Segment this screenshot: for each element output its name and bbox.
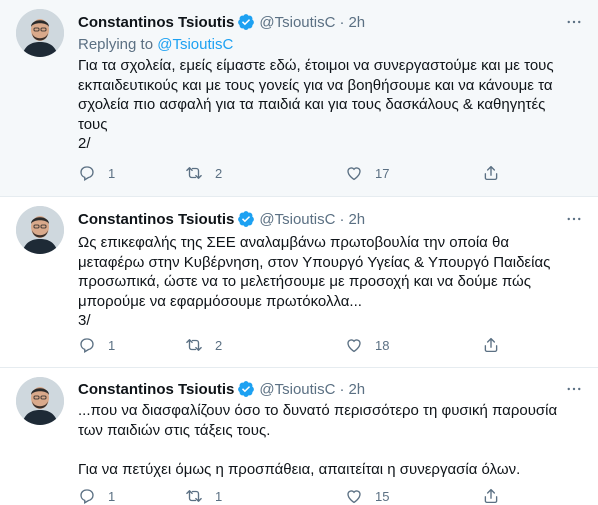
tweet-timestamp[interactable]: 2h [348, 211, 365, 228]
retweet-count: 2 [215, 165, 223, 181]
tweet-line: προσωπικά, ώστε να το μελετήσουμε με προ… [78, 273, 531, 290]
retweet-count: 1 [215, 488, 223, 504]
replying-to: Replying to @TsioutisC [78, 36, 233, 53]
tweet-header: Constantinos Tsioutis @TsioutisC · 2h [78, 378, 365, 400]
more-options-icon[interactable] [564, 379, 584, 399]
reply-count: 1 [108, 337, 116, 353]
tweet-actions: 1 2 17 [78, 163, 506, 183]
share-button[interactable] [482, 163, 500, 183]
retweet-icon [185, 164, 203, 182]
tweet-line: εκπαιδευτικούς και με τους γονείς για να… [78, 76, 553, 94]
tweet-line: 3/ [78, 312, 91, 329]
replying-prefix: Replying to [78, 36, 158, 53]
heart-icon [345, 487, 363, 505]
reply-count: 1 [108, 488, 116, 504]
retweet-button[interactable]: 1 [185, 486, 222, 505]
separator-dot: · [339, 380, 345, 398]
tweet-header: Constantinos Tsioutis @TsioutisC · 2h [78, 208, 365, 230]
tweet-line: ...που να διασφαλίζουν όσο το δυνατό περ… [78, 402, 558, 419]
replying-mention-link[interactable]: @TsioutisC [157, 36, 233, 53]
tweet-line: των παιδιών στις τάξεις τους. [78, 421, 271, 439]
tweet-header: Constantinos Tsioutis @TsioutisC · 2h [78, 11, 365, 33]
like-count: 17 [375, 165, 390, 181]
tweet-line: μπορούμε να εφαρμόσουμε πρωτόκολλα... [78, 292, 362, 310]
share-icon [482, 336, 500, 354]
like-button[interactable]: 17 [345, 163, 389, 183]
tweet-actions: 1 2 18 [78, 335, 506, 355]
reply-button[interactable]: 1 [78, 163, 115, 183]
like-count: 15 [375, 488, 390, 504]
tweet-line: Για τα σχολεία, εμείς είμαστε εδώ, έτοιμ… [78, 57, 554, 74]
more-options-icon[interactable] [564, 12, 584, 32]
like-button[interactable]: 15 [345, 486, 389, 505]
retweet-count: 2 [215, 337, 223, 353]
retweet-icon [185, 336, 203, 354]
retweet-button[interactable]: 2 [185, 163, 222, 183]
author-handle[interactable]: @TsioutisC [259, 381, 335, 398]
share-icon [482, 164, 500, 182]
verified-badge-icon [237, 13, 255, 31]
like-button[interactable]: 18 [345, 335, 389, 355]
retweet-icon [185, 487, 203, 505]
reply-icon [78, 487, 96, 505]
like-count: 18 [375, 337, 390, 353]
author-name[interactable]: Constantinos Tsioutis [78, 381, 234, 398]
share-button[interactable] [482, 335, 500, 355]
tweet-text: Ως επικεφαλής της ΣΕΕ αναλαμβάνω πρωτοβο… [78, 233, 583, 331]
tweet-line: μεταφέρω στην Κυβέρνηση, στον Υπουργό Υγ… [78, 253, 551, 271]
reply-button[interactable]: 1 [78, 486, 115, 505]
heart-icon [345, 336, 363, 354]
author-handle[interactable]: @TsioutisC [259, 211, 335, 228]
share-icon [482, 487, 500, 505]
tweet-line: 2/ [78, 135, 91, 152]
tweet-timestamp[interactable]: 2h [348, 14, 365, 31]
tweet-text: ...που να διασφαλίζουν όσο το δυνατό περ… [78, 401, 583, 480]
author-name[interactable]: Constantinos Tsioutis [78, 14, 234, 31]
reply-count: 1 [108, 165, 116, 181]
separator-dot: · [339, 210, 345, 228]
retweet-button[interactable]: 2 [185, 335, 222, 355]
verified-badge-icon [237, 210, 255, 228]
avatar[interactable] [16, 377, 64, 425]
reply-button[interactable]: 1 [78, 335, 115, 355]
tweet-line: τους [78, 115, 108, 133]
avatar[interactable] [16, 206, 64, 254]
heart-icon [345, 164, 363, 182]
verified-badge-icon [237, 380, 255, 398]
tweet-text: Για τα σχολεία, εμείς είμαστε εδώ, έτοιμ… [78, 56, 583, 154]
avatar[interactable] [16, 9, 64, 57]
tweet-timestamp[interactable]: 2h [348, 381, 365, 398]
tweet-actions: 1 1 15 [78, 486, 506, 505]
reply-icon [78, 164, 96, 182]
tweet-line: σχολεία πιο ασφαλή για τα παιδιά και για… [78, 96, 546, 113]
separator-dot: · [339, 13, 345, 31]
more-options-icon[interactable] [564, 209, 584, 229]
author-handle[interactable]: @TsioutisC [259, 14, 335, 31]
share-button[interactable] [482, 486, 500, 505]
tweet-line: Ως επικεφαλής της ΣΕΕ αναλαμβάνω πρωτοβο… [78, 234, 510, 251]
tweet-line: Για να πετύχει όμως η προσπάθεια, απαιτε… [78, 461, 521, 478]
reply-icon [78, 336, 96, 354]
author-name[interactable]: Constantinos Tsioutis [78, 211, 234, 228]
